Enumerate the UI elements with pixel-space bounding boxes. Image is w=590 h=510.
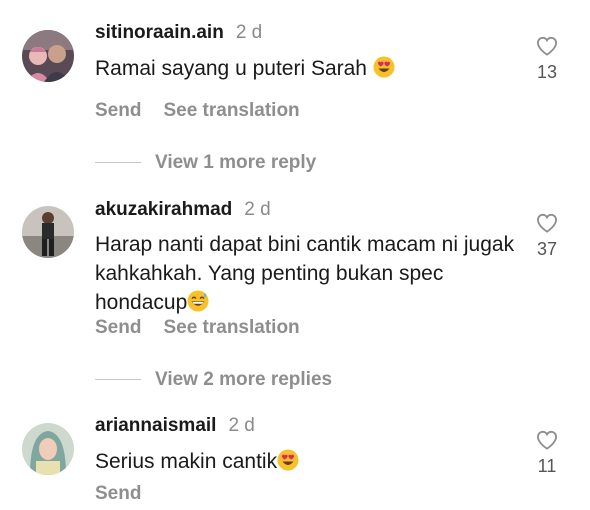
username[interactable]: ariannaismail xyxy=(95,415,216,436)
username[interactable]: sitinoraain.ain xyxy=(95,22,224,43)
comment-header: akuzakirahmad 2 d xyxy=(95,199,271,221)
grinning-sweat-emoji-icon xyxy=(187,290,209,320)
like-control[interactable]: 37 xyxy=(528,213,566,260)
heart-outline-icon[interactable] xyxy=(536,36,558,56)
comment-text: Ramai sayang u puteri Sarah xyxy=(95,54,525,86)
comment-header: ariannaismail 2 d xyxy=(95,415,255,437)
send-button[interactable]: Send xyxy=(95,100,141,121)
comment-body: Ramai sayang u puteri Sarah xyxy=(95,57,367,80)
comment-actions: Send See translation xyxy=(95,100,300,122)
comment-text: Harap nanti dapat bini cantik macam ni j… xyxy=(95,230,525,320)
heart-eyes-emoji-icon xyxy=(277,449,299,479)
heart-eyes-emoji-icon xyxy=(373,56,395,86)
comment-body: Serius makin cantik xyxy=(95,450,278,473)
heart-outline-icon[interactable] xyxy=(536,430,558,450)
view-replies-label[interactable]: View 1 more reply xyxy=(155,152,316,173)
avatar[interactable] xyxy=(22,423,74,475)
avatar[interactable] xyxy=(22,206,74,258)
send-button[interactable]: Send xyxy=(95,317,141,338)
timestamp: 2 d xyxy=(228,415,255,436)
timestamp: 2 d xyxy=(244,199,271,220)
divider-line xyxy=(95,162,141,164)
avatar[interactable] xyxy=(22,30,74,82)
like-count: 13 xyxy=(536,62,558,82)
heart-outline-icon[interactable] xyxy=(536,213,558,233)
view-replies-button[interactable]: View 1 more reply xyxy=(95,152,316,174)
like-control[interactable]: 13 xyxy=(528,36,566,83)
comment-actions: Send xyxy=(95,483,141,505)
username[interactable]: akuzakirahmad xyxy=(95,199,232,220)
comment-text: Serius makin cantik xyxy=(95,447,525,479)
comment-actions: Send See translation xyxy=(95,317,300,339)
timestamp: 2 d xyxy=(235,22,263,43)
like-count: 37 xyxy=(536,239,558,259)
divider-line xyxy=(95,379,141,381)
view-replies-button[interactable]: View 2 more replies xyxy=(95,369,332,391)
see-translation-button[interactable]: See translation xyxy=(163,317,299,338)
send-button[interactable]: Send xyxy=(95,483,141,504)
see-translation-button[interactable]: See translation xyxy=(163,100,299,121)
like-control[interactable]: 11 xyxy=(528,430,566,477)
comment-body: Harap nanti dapat bini cantik macam ni j… xyxy=(95,233,515,314)
view-replies-label[interactable]: View 2 more replies xyxy=(155,369,332,390)
like-count: 11 xyxy=(537,456,557,476)
comment-header: sitinoraain.ain 2 d xyxy=(95,22,262,44)
